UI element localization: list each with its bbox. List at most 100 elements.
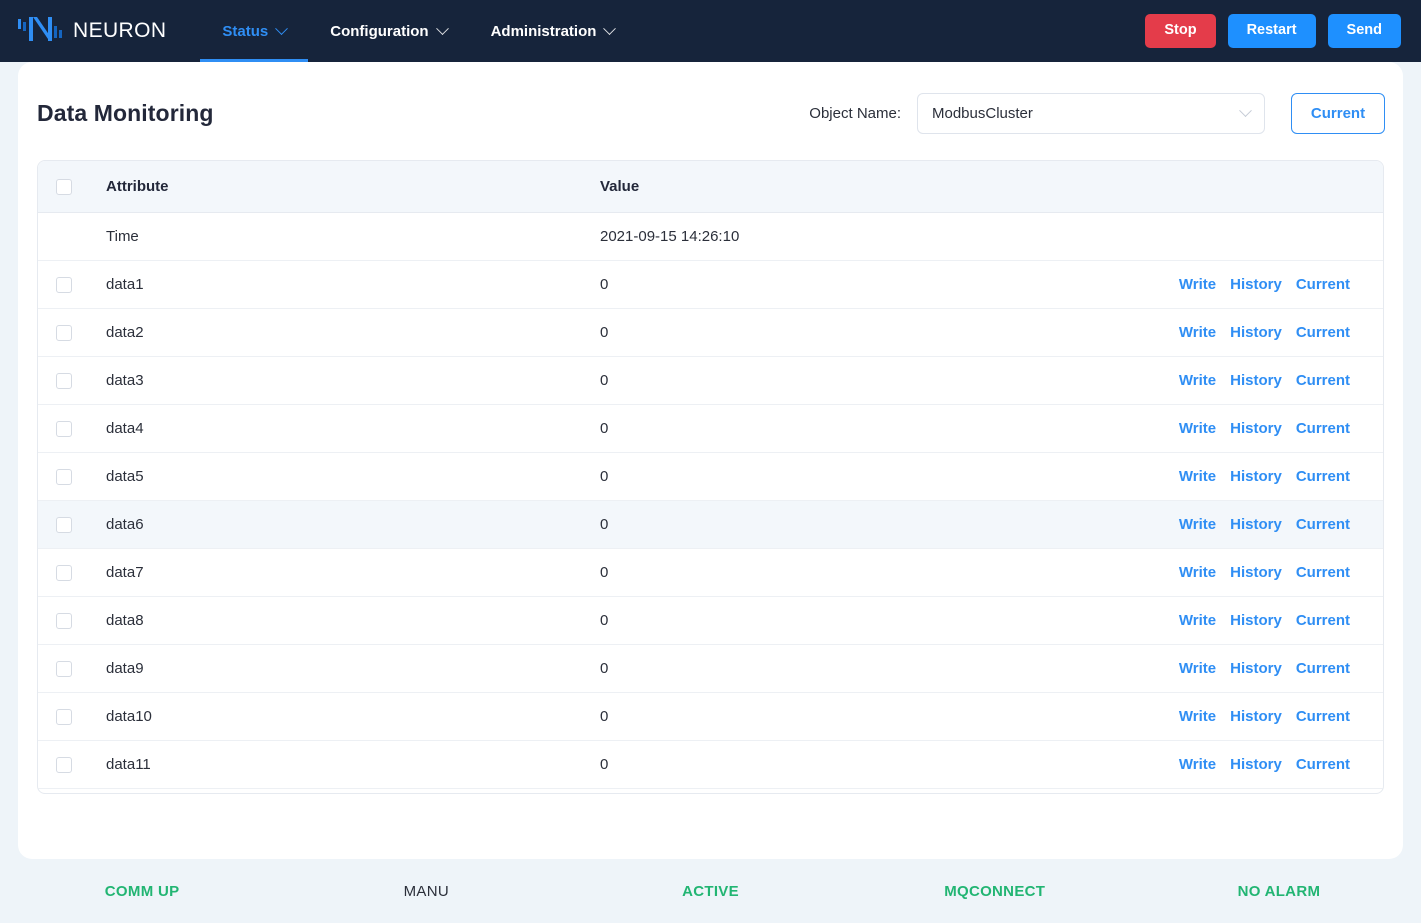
row-action-write-link[interactable]: Write: [1179, 420, 1216, 437]
restart-button[interactable]: Restart: [1227, 14, 1316, 48]
table-row[interactable]: Time 2021-09-15 14:26:10: [38, 212, 1383, 261]
table-row[interactable]: data4 0 Write History Current: [38, 404, 1383, 453]
row-action-history-link[interactable]: History: [1230, 756, 1282, 773]
row-attribute: data8: [104, 596, 598, 645]
row-actions: Write History Current: [1092, 356, 1383, 405]
row-checkbox[interactable]: [56, 564, 72, 581]
table-row[interactable]: data6 0 Write History Current: [38, 500, 1383, 549]
row-action-history-link[interactable]: History: [1230, 516, 1282, 533]
row-action-write-link[interactable]: Write: [1179, 612, 1216, 629]
row-checkbox[interactable]: [56, 516, 72, 533]
table-row[interactable]: data1 0 Write History Current: [38, 260, 1383, 309]
row-checkbox[interactable]: [56, 612, 72, 629]
row-action-write-link[interactable]: Write: [1179, 276, 1216, 293]
page-card: Data Monitoring Object Name: ModbusClust…: [18, 62, 1403, 859]
brand[interactable]: NEURON: [18, 0, 200, 62]
table-row[interactable]: data2 0 Write History Current: [38, 308, 1383, 357]
row-attribute: data9: [104, 644, 598, 693]
row-checkbox[interactable]: [56, 468, 72, 485]
select-all-checkbox[interactable]: [56, 178, 72, 195]
row-value: 0: [598, 308, 1092, 357]
row-action-write-link[interactable]: Write: [1179, 468, 1216, 485]
top-navbar: NEURON Status Configuration Administrati…: [0, 0, 1421, 62]
row-value: 0: [598, 692, 1092, 741]
row-action-history-link[interactable]: History: [1230, 468, 1282, 485]
row-action-current-link[interactable]: Current: [1296, 660, 1350, 677]
row-action-current-link[interactable]: Current: [1296, 756, 1350, 773]
row-action-history-link[interactable]: History: [1230, 612, 1282, 629]
row-checkbox[interactable]: [56, 276, 72, 293]
row-checkbox[interactable]: [56, 708, 72, 725]
row-action-write-link[interactable]: Write: [1179, 660, 1216, 677]
row-attribute: data3: [104, 356, 598, 405]
row-action-current-link[interactable]: Current: [1296, 324, 1350, 341]
nav-item-configuration-label: Configuration: [330, 22, 429, 40]
row-checkbox[interactable]: [56, 756, 72, 773]
send-button[interactable]: Send: [1327, 14, 1401, 48]
row-checkbox[interactable]: [56, 372, 72, 389]
row-action-history-link[interactable]: History: [1230, 660, 1282, 677]
row-value: 0: [598, 356, 1092, 405]
row-checkbox-cell: [38, 404, 104, 453]
row-action-write-link[interactable]: Write: [1179, 372, 1216, 389]
row-action-current-link[interactable]: Current: [1296, 372, 1350, 389]
row-actions: [1092, 212, 1383, 261]
row-attribute: data7: [104, 548, 598, 597]
table-row[interactable]: [38, 788, 1383, 793]
row-action-current-link[interactable]: Current: [1296, 564, 1350, 581]
row-checkbox[interactable]: [56, 420, 72, 437]
table-row[interactable]: data3 0 Write History Current: [38, 356, 1383, 405]
row-checkbox[interactable]: [56, 324, 72, 341]
row-checkbox-cell: [38, 356, 104, 405]
table-row[interactable]: data9 0 Write History Current: [38, 644, 1383, 693]
row-actions: Write History Current: [1092, 692, 1383, 741]
page-header: Data Monitoring Object Name: ModbusClust…: [18, 62, 1403, 142]
row-action-current-link[interactable]: Current: [1296, 276, 1350, 293]
brand-name: NEURON: [73, 19, 167, 42]
row-action-history-link[interactable]: History: [1230, 372, 1282, 389]
status-alarm: NO ALARM: [1237, 882, 1321, 900]
row-action-current-link[interactable]: Current: [1296, 516, 1350, 533]
row-action-write-link[interactable]: Write: [1179, 324, 1216, 341]
row-action-write-link[interactable]: Write: [1179, 708, 1216, 725]
status-mode: MANU: [403, 882, 449, 900]
row-action-history-link[interactable]: History: [1230, 564, 1282, 581]
row-action-write-link[interactable]: Write: [1179, 756, 1216, 773]
row-action-current-link[interactable]: Current: [1296, 468, 1350, 485]
table-body: Time 2021-09-15 14:26:10 data1 0 Write Histor…: [38, 212, 1383, 793]
stop-button[interactable]: Stop: [1145, 14, 1216, 48]
row-attribute: data5: [104, 452, 598, 501]
row-action-current-link[interactable]: Current: [1296, 612, 1350, 629]
row-action-current-link[interactable]: Current: [1296, 420, 1350, 437]
nav-item-configuration[interactable]: Configuration: [308, 0, 468, 62]
row-actions: Write History Current: [1092, 548, 1383, 597]
row-value: 2021-09-15 14:26:10: [598, 212, 1092, 261]
row-action-history-link[interactable]: History: [1230, 420, 1282, 437]
row-value: [598, 788, 1092, 793]
row-action-current-link[interactable]: Current: [1296, 708, 1350, 725]
object-name-select[interactable]: ModbusCluster: [917, 92, 1265, 134]
table-row[interactable]: data5 0 Write History Current: [38, 452, 1383, 501]
table-row[interactable]: data8 0 Write History Current: [38, 596, 1383, 645]
status-mq: MQCONNECT: [944, 882, 1046, 900]
row-value: 0: [598, 740, 1092, 789]
table-row[interactable]: data10 0 Write History Current: [38, 692, 1383, 741]
nav-item-administration[interactable]: Administration: [469, 0, 637, 62]
current-button[interactable]: Current: [1291, 92, 1385, 134]
row-actions: Write History Current: [1092, 740, 1383, 789]
row-action-write-link[interactable]: Write: [1179, 516, 1216, 533]
row-action-history-link[interactable]: History: [1230, 276, 1282, 293]
row-checkbox-cell: [38, 788, 104, 793]
row-action-write-link[interactable]: Write: [1179, 564, 1216, 581]
row-checkbox[interactable]: [56, 660, 72, 677]
nav-item-status[interactable]: Status: [200, 0, 309, 62]
table-row[interactable]: data7 0 Write History Current: [38, 548, 1383, 597]
row-value: 0: [598, 452, 1092, 501]
row-value: 0: [598, 548, 1092, 597]
chevron-down-icon: [1239, 103, 1252, 117]
table-row[interactable]: data11 0 Write History Current: [38, 740, 1383, 789]
row-action-history-link[interactable]: History: [1230, 708, 1282, 725]
row-action-history-link[interactable]: History: [1230, 324, 1282, 341]
status-active: ACTIVE: [682, 882, 739, 900]
